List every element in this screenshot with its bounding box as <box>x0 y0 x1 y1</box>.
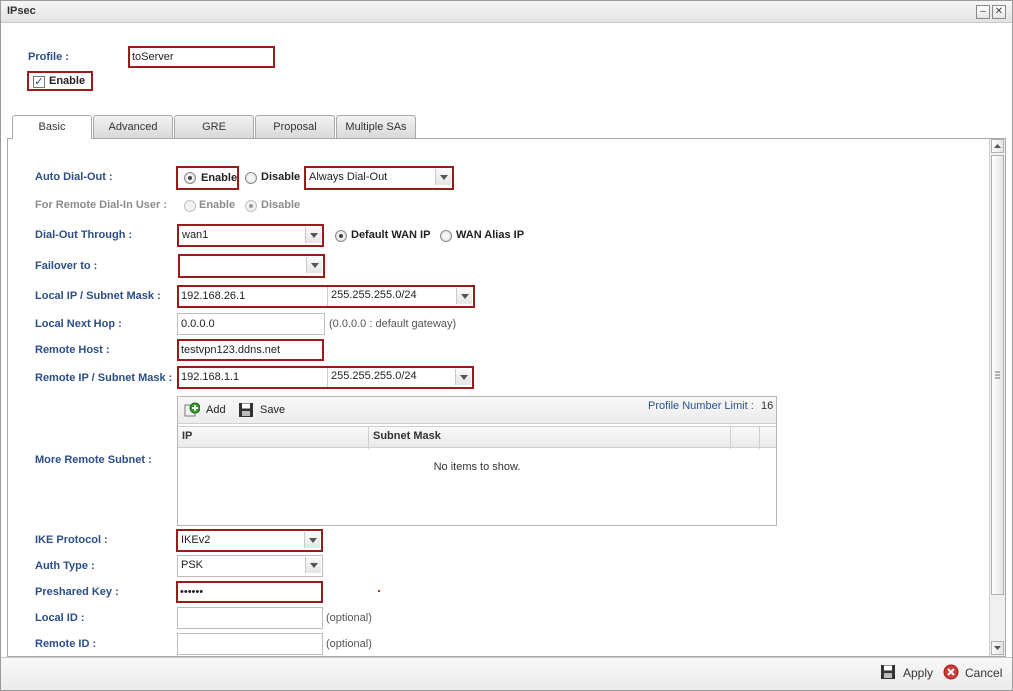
profile-input[interactable]: toServer <box>128 46 275 68</box>
failover-label: Failover to : <box>35 260 98 272</box>
enable-checkbox-group[interactable]: ✓ Enable <box>27 71 93 91</box>
column-subnet-mask[interactable]: Subnet Mask <box>373 430 441 442</box>
save-button[interactable]: Save <box>260 404 285 416</box>
chevron-down-icon <box>306 257 322 273</box>
more-remote-subnet-label: More Remote Subnet : <box>35 454 152 466</box>
auth-type-select[interactable]: PSK <box>177 555 323 577</box>
auto-dialout-disable-label: Disable <box>261 171 301 183</box>
add-button[interactable]: Add <box>206 404 226 416</box>
auth-type-value: PSK <box>181 559 204 571</box>
dialout-through-label: Dial-Out Through : <box>35 229 133 241</box>
add-icon[interactable] <box>184 402 201 418</box>
vertical-scrollbar[interactable] <box>989 139 1005 656</box>
remote-id-input[interactable] <box>177 633 323 655</box>
ike-protocol-label: IKE Protocol : <box>35 534 108 546</box>
chevron-down-icon <box>455 369 471 385</box>
wan-alias-ip-radio[interactable] <box>440 230 452 242</box>
enable-checkbox-label: Enable <box>49 75 86 87</box>
chevron-down-icon <box>304 532 320 548</box>
remote-subnet-grid: Add Save Profile Number Limit : 16 IP Su… <box>177 396 777 526</box>
auto-dialout-enable-radio[interactable] <box>184 172 196 184</box>
column-ip[interactable]: IP <box>182 430 192 442</box>
scroll-down-button[interactable] <box>991 641 1004 655</box>
minimize-button[interactable]: – <box>976 5 990 19</box>
remote-dialin-enable-radio[interactable] <box>184 200 196 212</box>
local-id-input[interactable] <box>177 607 323 629</box>
title-bar: IPsec – ✕ <box>1 1 1012 23</box>
ike-protocol-select[interactable]: IKEv2 <box>176 529 323 552</box>
column-separator <box>759 427 760 449</box>
tab-proposal[interactable]: Proposal <box>255 115 335 138</box>
remote-mask-value: 255.255.255.0/24 <box>331 370 417 382</box>
preshared-key-label: Preshared Key : <box>35 586 119 598</box>
cancel-icon[interactable] <box>943 664 959 680</box>
remote-ip-label: Remote IP / Subnet Mask : <box>35 372 173 384</box>
window-title: IPsec <box>7 5 36 17</box>
local-mask-value: 255.255.255.0/24 <box>331 289 417 301</box>
remote-mask-select[interactable]: 255.255.255.0/24 <box>327 368 472 387</box>
remote-host-input[interactable]: testvpn123.ddns.net <box>177 339 324 361</box>
auto-dialout-mode-value: Always Dial-Out <box>309 171 388 183</box>
default-wan-ip-radio[interactable] <box>335 230 347 242</box>
local-next-hop-label: Local Next Hop : <box>35 318 122 330</box>
remote-host-label: Remote Host : <box>35 344 110 356</box>
chevron-down-icon <box>435 169 451 185</box>
tab-advanced[interactable]: Advanced <box>93 115 173 138</box>
scroll-thumb[interactable] <box>991 155 1004 595</box>
auth-type-label: Auth Type : <box>35 560 95 572</box>
profile-number-limit-label: Profile Number Limit : <box>648 400 754 412</box>
apply-icon[interactable] <box>880 664 896 680</box>
dialout-through-select[interactable]: wan1 <box>177 224 324 247</box>
local-mask-select[interactable]: 255.255.255.0/24 <box>327 287 473 306</box>
dialout-through-value: wan1 <box>182 229 209 241</box>
ipsec-window: IPsec – ✕ Profile : toServer ✓ Enable Ba… <box>0 0 1013 691</box>
grid-toolbar: Add Save Profile Number Limit : 16 <box>178 397 776 424</box>
local-ip-label: Local IP / Subnet Mask : <box>35 290 161 302</box>
auto-dialout-mode-select[interactable]: Always Dial-Out <box>304 166 454 190</box>
remote-dialin-disable-label: Disable <box>261 199 301 211</box>
auto-dialout-disable-radio[interactable] <box>245 172 257 184</box>
preshared-key-input[interactable]: •••••• <box>176 581 323 603</box>
apply-button[interactable]: Apply <box>903 666 933 680</box>
remote-dialin-enable-label: Enable <box>199 199 236 211</box>
auto-dialout-enable-label: Enable <box>201 172 238 184</box>
local-id-label: Local ID : <box>35 612 85 624</box>
auto-dialout-enable-option[interactable]: Enable <box>176 166 239 190</box>
column-separator <box>368 427 369 449</box>
default-wan-ip-label: Default WAN IP <box>351 229 431 241</box>
local-id-hint: (optional) <box>326 612 372 624</box>
tab-multiple-sas[interactable]: Multiple SAs <box>336 115 416 138</box>
auto-dialout-label: Auto Dial-Out : <box>35 171 113 183</box>
remote-ip-input[interactable]: 192.168.1.1 <box>179 368 327 387</box>
wan-alias-ip-label: WAN Alias IP <box>456 229 525 241</box>
scroll-up-button[interactable] <box>991 139 1004 153</box>
local-ip-input[interactable]: 192.168.26.1 <box>179 287 327 306</box>
chevron-down-icon <box>305 557 321 573</box>
close-button[interactable]: ✕ <box>992 5 1006 19</box>
profile-number-limit-value: 16 <box>761 400 774 412</box>
enable-checkbox[interactable]: ✓ <box>33 76 45 88</box>
tab-gre[interactable]: GRE <box>174 115 254 138</box>
error-dot <box>378 590 380 592</box>
failover-select[interactable] <box>178 254 325 278</box>
column-separator <box>730 427 731 449</box>
remote-dialin-label: For Remote Dial-In User : <box>35 199 168 211</box>
save-icon[interactable] <box>238 402 254 418</box>
bottom-bar: Apply Cancel <box>1 657 1012 690</box>
tab-basic[interactable]: Basic <box>12 115 92 139</box>
remote-dialin-disable-radio[interactable] <box>245 200 257 212</box>
basic-tab-panel: Auto Dial-Out : Enable Disable Always Di… <box>7 138 1006 657</box>
remote-id-hint: (optional) <box>326 638 372 650</box>
grid-header: IP Subnet Mask <box>178 426 776 449</box>
ike-protocol-value: IKEv2 <box>181 534 211 546</box>
remote-id-label: Remote ID : <box>35 638 97 650</box>
cancel-button[interactable]: Cancel <box>965 666 1002 680</box>
grid-empty-text: No items to show. <box>433 461 521 473</box>
chevron-down-icon <box>305 227 321 243</box>
profile-label: Profile : <box>28 51 69 63</box>
local-next-hop-hint: (0.0.0.0 : default gateway) <box>329 318 457 330</box>
local-next-hop-input[interactable]: 0.0.0.0 <box>177 313 325 335</box>
chevron-down-icon <box>456 288 472 304</box>
